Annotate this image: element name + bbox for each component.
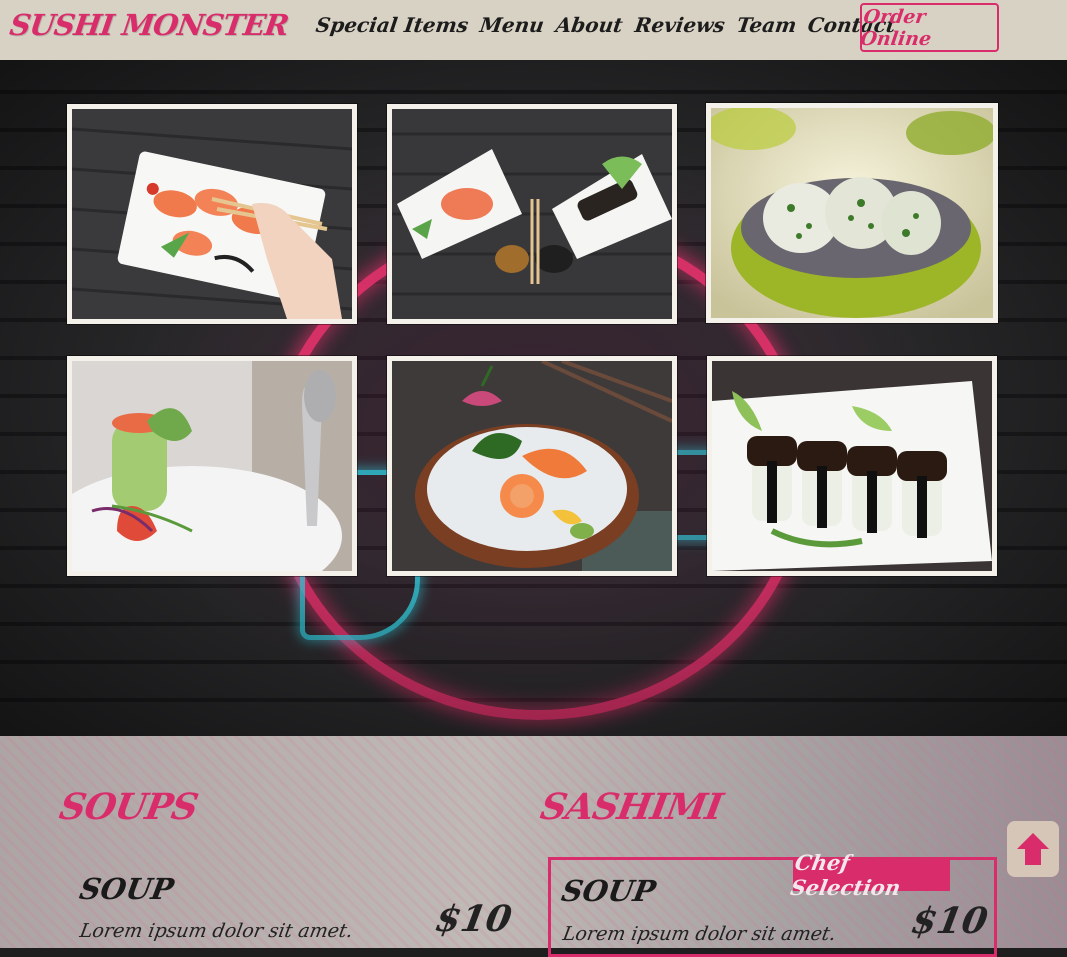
gallery-photo[interactable] [387,356,677,576]
gallery-section [0,60,1067,736]
nav-link-team[interactable]: Team [735,13,798,37]
soup-item-price: $10 [432,898,515,940]
gallery-photo[interactable] [387,104,677,324]
sashimi-heading: SASHIMI [537,786,726,828]
chef-selection-badge: Chef Selection [789,850,950,900]
gallery-photo[interactable] [706,103,998,323]
gallery-photo[interactable] [707,356,997,576]
navbar: SUSHI MONSTER Special Items Menu About R… [0,0,1067,60]
soups-heading: SOUPS [56,786,201,828]
gallery-photo[interactable] [67,356,357,576]
sashimi-item-description: Lorem ipsum dolor sit amet. [561,923,838,945]
nav-link-special-items[interactable]: Special Items [314,13,470,37]
salmon-nigiri-plate-photo [72,109,352,319]
chef-selection-label: Chef Selection [788,849,903,900]
nav-link-menu[interactable]: Menu [479,13,546,37]
sushi-rolls-bowl-photo [711,108,993,318]
back-to-top-button[interactable] [1007,821,1059,877]
sashimi-item-name: SOUP [559,874,659,908]
order-online-label: Order Online [858,5,933,50]
soup-item-name: SOUP [77,872,177,906]
sashimi-item-price: $10 [908,900,991,942]
eel-nigiri-photo [712,361,992,571]
sashimi-platter-photo [392,109,672,319]
arrow-up-icon [1017,833,1049,865]
order-online-button[interactable]: Order Online [858,3,999,52]
soup-item-description: Lorem ipsum dolor sit amet. [78,920,355,942]
gallery-photo[interactable] [67,104,357,324]
nav-link-reviews[interactable]: Reviews [633,13,726,37]
sashimi-garnish-photo [392,361,672,571]
cucumber-roll-photo [72,361,352,571]
nav-link-about[interactable]: About [554,13,624,37]
nav-links: Special Items Menu About Reviews Team Co… [314,13,897,37]
brand-logo[interactable]: SUSHI MONSTER [8,8,291,42]
